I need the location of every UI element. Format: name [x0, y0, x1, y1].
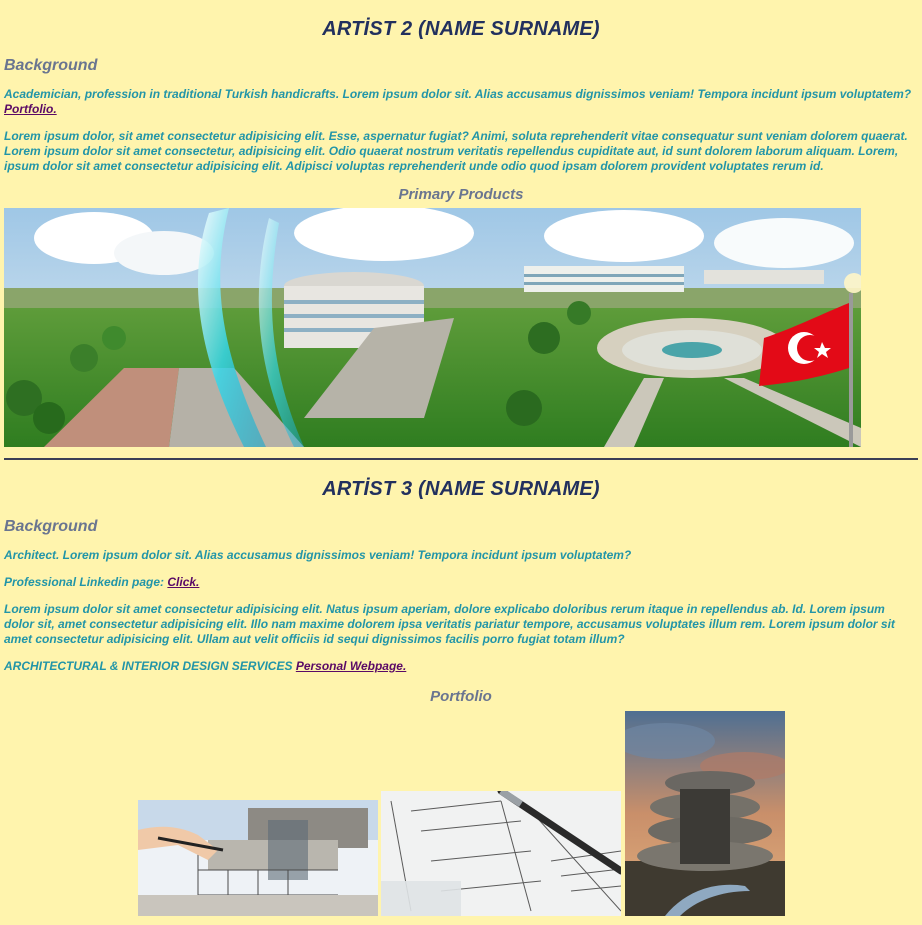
artist-2-portfolio-link[interactable]: Portfolio. — [4, 102, 57, 116]
portfolio-image-blueprint — [381, 791, 621, 916]
artist-3-background-heading: Background — [4, 518, 98, 535]
portfolio-image-spiral-building — [625, 711, 785, 916]
artist-3-title: ARTİST 3 (NAME SURNAME) — [322, 478, 600, 500]
artist-2-intro: Academician, profession in traditional T… — [4, 87, 918, 117]
artist-3-linkedin-label: Professional Linkedin page: — [4, 575, 168, 589]
portfolio-gallery — [4, 711, 918, 916]
artist-3-intro: Architect. Lorem ipsum dolor sit. Alias … — [4, 548, 632, 562]
artist-2-body: Lorem ipsum dolor, sit amet consectetur … — [4, 129, 908, 173]
page-content: ARTİST 2 (NAME SURNAME) Background Acade… — [0, 0, 922, 916]
artist-3-portfolio-heading: Portfolio — [430, 688, 492, 705]
artist-3-webpage-link[interactable]: Personal Webpage. — [296, 659, 406, 673]
portfolio-image-house-sketch — [138, 800, 378, 916]
artist-3-linkedin-link[interactable]: Click. — [167, 575, 199, 589]
artist-2-intro-text: Academician, profession in traditional T… — [4, 87, 912, 101]
artist-2-background-heading: Background — [4, 57, 98, 74]
artist-3-services: ARCHITECTURAL & INTERIOR DESIGN SERVICES… — [4, 659, 918, 674]
artist-3-linkedin: Professional Linkedin page: Click. — [4, 575, 918, 590]
artist-2-title: ARTİST 2 (NAME SURNAME) — [322, 18, 600, 40]
artist-3-body: Lorem ipsum dolor sit amet consectetur a… — [4, 602, 895, 646]
artist-3-services-label: ARCHITECTURAL & INTERIOR DESIGN SERVICES — [4, 659, 296, 673]
artist-2-products-heading: Primary Products — [398, 186, 524, 203]
campus-banner-image — [4, 208, 861, 447]
